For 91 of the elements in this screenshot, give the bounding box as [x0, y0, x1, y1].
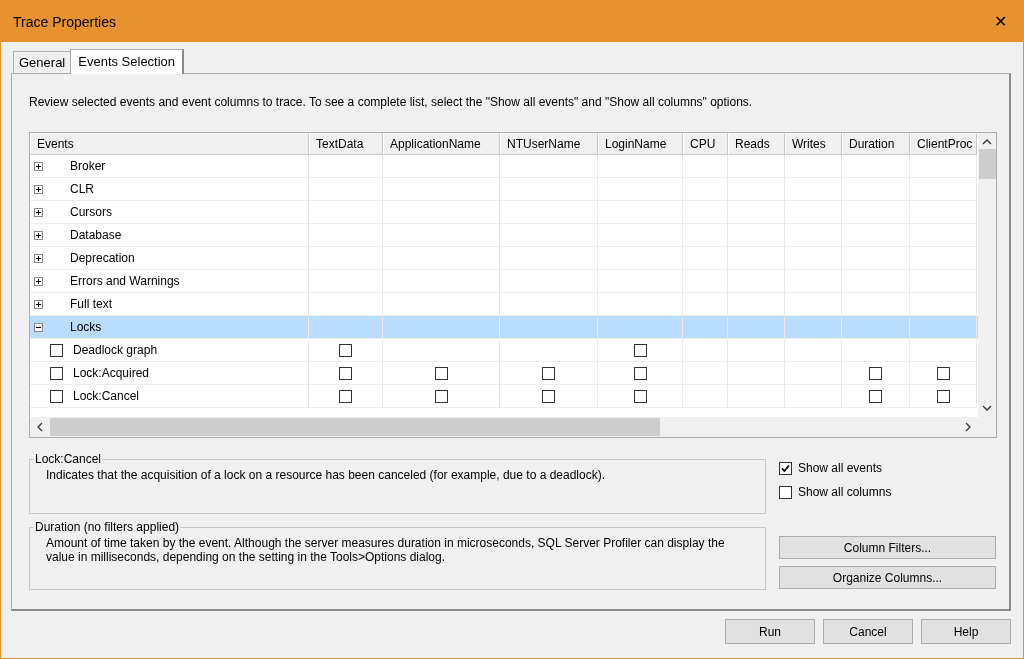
dialog-button[interactable]: Help	[921, 619, 1011, 644]
column-header[interactable]: LoginName	[598, 133, 683, 155]
table-cell	[785, 316, 842, 339]
tab[interactable]: General	[13, 51, 72, 73]
horizontal-scrollbar[interactable]	[30, 417, 978, 437]
column-checkbox[interactable]	[434, 389, 448, 403]
column-header[interactable]: ApplicationName	[383, 133, 500, 155]
event-name: Lock:Acquired	[73, 366, 150, 380]
table-cell	[728, 316, 785, 339]
scroll-left-icon[interactable]	[35, 422, 45, 432]
column-checkbox[interactable]	[542, 366, 555, 380]
scroll-thumb[interactable]	[50, 418, 660, 436]
table-cell	[728, 155, 785, 178]
group-title: Lock:Cancel	[34, 452, 103, 466]
event-name: Deadlock graph	[73, 343, 158, 357]
expand-icon[interactable]	[34, 230, 43, 240]
scroll-right-icon[interactable]	[963, 422, 973, 432]
expand-icon[interactable]	[34, 276, 43, 286]
table-row[interactable]: CLR	[30, 178, 978, 201]
event-checkbox[interactable]	[50, 366, 63, 380]
table-cell	[785, 155, 842, 178]
column-checkbox[interactable]	[936, 389, 950, 403]
expand-icon[interactable]	[34, 161, 43, 171]
event-description: Indicates that the acquisition of a lock on a resource has been canceled (for example, due to a deadlock).	[46, 468, 606, 482]
close-button[interactable]: ✕	[990, 12, 1011, 31]
event-category[interactable]: Database	[70, 228, 122, 242]
column-checkbox[interactable]	[339, 389, 352, 403]
event-category[interactable]: Locks	[70, 320, 102, 334]
vertical-scrollbar[interactable]	[978, 133, 996, 417]
scroll-up-icon[interactable]	[982, 137, 992, 147]
event-name: Lock:Cancel	[73, 389, 140, 403]
table-cell	[785, 339, 842, 362]
table-cell	[728, 339, 785, 362]
option-checkbox[interactable]	[779, 485, 792, 499]
table-cell	[910, 316, 977, 339]
column-header[interactable]: Events	[30, 133, 309, 155]
event-category[interactable]: Broker	[70, 159, 106, 173]
event-checkbox[interactable]	[50, 389, 63, 403]
table-row[interactable]: Database	[30, 224, 978, 247]
column-header[interactable]: Duration	[842, 133, 910, 155]
tab[interactable]: Events Selection	[70, 49, 185, 74]
expand-icon[interactable]	[34, 207, 43, 217]
column-description: Amount of time taken by the event. Although the server measures duration in microseconds, SQL Server Profiler can display the value in milliseconds, depending on the setting in the Tools>Options dialog.	[46, 536, 726, 564]
column-header[interactable]: CPU	[683, 133, 728, 155]
table-cell	[842, 316, 910, 339]
expand-icon[interactable]	[34, 184, 43, 194]
expand-icon[interactable]	[34, 299, 43, 309]
column-header[interactable]: TextData	[309, 133, 383, 155]
column-header[interactable]: NTUserName	[500, 133, 598, 155]
column-checkbox[interactable]	[633, 389, 647, 403]
table-row[interactable]: Errors and Warnings	[30, 270, 978, 293]
table-row[interactable]: Broker	[30, 155, 978, 178]
side-button[interactable]: Column Filters...	[779, 536, 996, 559]
dialog-button[interactable]: Cancel	[823, 619, 913, 644]
option-label[interactable]: Show all events	[798, 461, 883, 475]
event-category[interactable]: Full text	[70, 297, 112, 311]
table-row[interactable]: Cursors	[30, 201, 978, 224]
column-checkbox[interactable]	[936, 366, 950, 380]
expand-icon[interactable]	[34, 253, 43, 263]
option-label[interactable]: Show all columns	[798, 485, 892, 499]
column-checkbox[interactable]	[339, 343, 352, 357]
event-category[interactable]: CLR	[70, 182, 94, 196]
event-category[interactable]: Deprecation	[70, 251, 135, 265]
column-checkbox[interactable]	[633, 366, 647, 380]
table-row[interactable]: Deprecation	[30, 247, 978, 270]
instructions-text: Review selected events and event columns to trace. To see a complete list, select the "Show all events" and "Show all columns" options.	[29, 95, 754, 109]
column-checkbox[interactable]	[869, 366, 882, 380]
dialog-button[interactable]: Run	[725, 619, 815, 644]
column-header[interactable]: ClientProc	[910, 133, 977, 155]
table-cell	[683, 155, 728, 178]
event-category[interactable]: Errors and Warnings	[70, 274, 180, 288]
event-category[interactable]: Cursors	[70, 205, 112, 219]
scroll-thumb[interactable]	[978, 149, 996, 179]
scroll-down-icon[interactable]	[982, 403, 992, 413]
collapse-icon[interactable]	[34, 322, 43, 332]
column-header[interactable]: Reads	[728, 133, 785, 155]
option-checkbox[interactable]	[779, 461, 792, 475]
column-checkbox[interactable]	[869, 389, 882, 403]
column-checkbox[interactable]	[434, 366, 448, 380]
event-checkbox[interactable]	[50, 343, 63, 357]
side-button[interactable]: Organize Columns...	[779, 566, 996, 589]
table-cell	[683, 316, 728, 339]
column-checkbox[interactable]	[633, 343, 647, 357]
group-title: Duration (no filters applied)	[34, 520, 181, 534]
column-header[interactable]: Writes	[785, 133, 842, 155]
window-title: Trace Properties	[13, 13, 116, 30]
column-checkbox[interactable]	[542, 389, 555, 403]
table-cell	[842, 155, 910, 178]
table-cell	[910, 155, 977, 178]
column-checkbox[interactable]	[339, 366, 352, 380]
table-row[interactable]: Locks	[30, 316, 978, 339]
